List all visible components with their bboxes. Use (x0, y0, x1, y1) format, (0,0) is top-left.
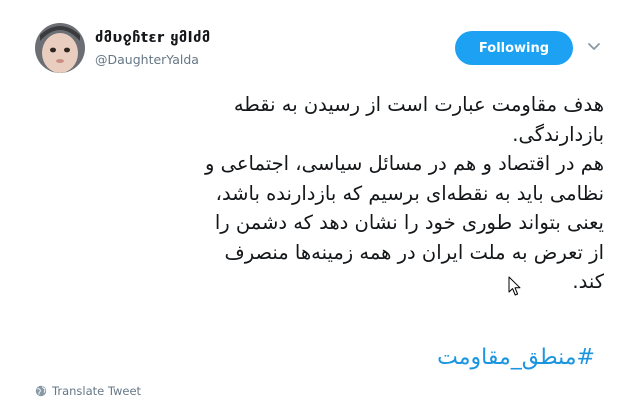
hashtag-link[interactable]: #منطق_مقاومت (437, 345, 595, 370)
author-handle[interactable]: @DaughterYalda (95, 52, 199, 67)
avatar[interactable] (35, 23, 85, 73)
tweet-card: ძმυჹჩtεr ყმlძმ @DaughterYalda Following … (0, 0, 632, 409)
tweet-text-line: هدف مقاومت عبارت است از رسیدن به نقطه (233, 93, 604, 116)
tweet-text: هدف مقاومت عبارت است از رسیدن به نقطه با… (44, 90, 604, 297)
tweet-text-line: یعنی بتواند طوری خود را نشان دهد که دشمن… (214, 211, 604, 234)
chevron-down-icon[interactable] (586, 38, 602, 54)
translate-tweet-link[interactable]: Translate Tweet (35, 384, 141, 398)
author-display-name[interactable]: ძმυჹჩtεr ყმlძმ (95, 30, 211, 46)
tweet-text-line: هم در اقتصاد و هم در مسائل سیاسی، اجتماع… (205, 152, 604, 175)
avatar-image (35, 23, 85, 73)
translate-tweet-label[interactable]: Translate Tweet (52, 384, 141, 398)
tweet-text-line: بازدارندگی. (512, 122, 604, 146)
mouse-pointer-icon (508, 276, 521, 296)
tweet-text-line: از تعرض به ملت ایران در همه زمینه‌ها منص… (224, 240, 605, 264)
globe-icon (35, 385, 47, 397)
following-button[interactable]: Following (455, 31, 573, 65)
tweet-text-line: نظامی باید به نقطه‌ای برسیم که بازدارنده… (215, 181, 604, 205)
